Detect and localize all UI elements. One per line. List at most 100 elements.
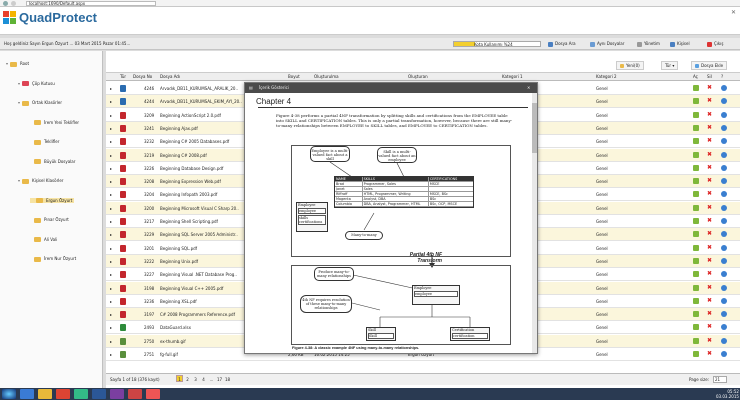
col-owner[interactable]: Oluşturan bbox=[408, 73, 428, 81]
download-icon[interactable] bbox=[693, 138, 699, 145]
download-icon[interactable] bbox=[693, 178, 699, 185]
logout-button[interactable]: Çıkış bbox=[707, 38, 723, 50]
download-icon[interactable] bbox=[693, 111, 699, 118]
excel-icon[interactable] bbox=[74, 389, 88, 399]
download-icon[interactable] bbox=[693, 218, 699, 224]
expand-row-icon[interactable]: ▸ bbox=[110, 335, 112, 348]
expand-row-icon[interactable]: ▸ bbox=[110, 162, 112, 175]
info-icon[interactable] bbox=[721, 244, 727, 251]
tree-item[interactable]: ▾ Çöp Kutusu bbox=[18, 81, 55, 86]
download-icon[interactable] bbox=[693, 337, 699, 344]
col-category2[interactable]: Kategori 2 bbox=[596, 73, 617, 81]
upload-button[interactable]: Dosya Ekle bbox=[691, 61, 728, 70]
tree-item[interactable]: ▾ Root bbox=[6, 61, 29, 67]
search-files-button[interactable]: Dosya Ara bbox=[548, 38, 576, 50]
expand-row-icon[interactable]: ▸ bbox=[110, 202, 112, 215]
expand-row-icon[interactable]: ▸ bbox=[110, 149, 112, 162]
tree-item[interactable]: İrem Nur Özyurt bbox=[30, 256, 76, 262]
info-icon[interactable] bbox=[721, 204, 727, 211]
expand-row-icon[interactable]: ▸ bbox=[110, 109, 112, 122]
page-link[interactable]: 3 bbox=[192, 376, 199, 383]
info-icon[interactable] bbox=[721, 218, 727, 224]
download-icon[interactable] bbox=[693, 231, 699, 238]
expand-row-icon[interactable]: ▸ bbox=[110, 282, 112, 295]
tree-item[interactable]: ▾ Kişisel Klasörler bbox=[18, 178, 63, 184]
download-icon[interactable] bbox=[693, 257, 699, 264]
tree-item[interactable]: Ali Vali bbox=[30, 237, 57, 242]
scroll-thumb[interactable] bbox=[532, 103, 537, 153]
delete-icon[interactable]: ✖ bbox=[707, 284, 713, 291]
download-icon[interactable] bbox=[693, 191, 699, 198]
delete-icon[interactable]: ✖ bbox=[707, 311, 713, 317]
new-folder-button[interactable]: Yeni(0) bbox=[616, 61, 644, 70]
info-icon[interactable] bbox=[721, 337, 727, 344]
tree-item[interactable]: Büyük Dosyalar bbox=[30, 159, 75, 164]
col-name[interactable]: Dosya Adı bbox=[160, 73, 180, 81]
expand-row-icon[interactable]: ▸ bbox=[110, 188, 112, 201]
tree-item[interactable]: Teklifler bbox=[30, 139, 59, 145]
delete-icon[interactable]: ✖ bbox=[707, 257, 713, 264]
expand-row-icon[interactable]: ▸ bbox=[110, 295, 112, 308]
download-icon[interactable] bbox=[693, 284, 699, 291]
back-icon[interactable] bbox=[3, 1, 8, 6]
expand-row-icon[interactable]: ▸ bbox=[110, 348, 112, 361]
expand-row-icon[interactable]: ▸ bbox=[110, 95, 112, 108]
delete-icon[interactable]: ✖ bbox=[707, 244, 713, 251]
expand-row-icon[interactable]: ▸ bbox=[110, 228, 112, 241]
download-icon[interactable] bbox=[693, 204, 699, 211]
col-size[interactable]: Boyut bbox=[288, 73, 300, 81]
expand-row-icon[interactable]: ▸ bbox=[110, 242, 112, 255]
start-icon[interactable] bbox=[2, 389, 16, 399]
delete-icon[interactable]: ✖ bbox=[707, 337, 713, 344]
col-category1[interactable]: Kategori 1 bbox=[502, 73, 523, 81]
info-icon[interactable] bbox=[721, 257, 727, 264]
info-icon[interactable] bbox=[721, 85, 727, 91]
expand-row-icon[interactable]: ▸ bbox=[110, 268, 112, 281]
info-icon[interactable] bbox=[721, 124, 727, 131]
info-icon[interactable] bbox=[721, 351, 727, 357]
delete-icon[interactable]: ✖ bbox=[707, 98, 713, 104]
delete-icon[interactable]: ✖ bbox=[707, 138, 713, 144]
app-icon-2[interactable] bbox=[146, 389, 160, 399]
info-icon[interactable] bbox=[721, 271, 727, 278]
duplicates-button[interactable]: Aynı Dosyalar bbox=[590, 38, 624, 50]
download-icon[interactable] bbox=[693, 271, 699, 278]
expand-row-icon[interactable]: ▸ bbox=[110, 321, 112, 334]
delete-icon[interactable]: ✖ bbox=[707, 324, 713, 330]
info-icon[interactable] bbox=[721, 284, 727, 291]
delete-icon[interactable]: ✖ bbox=[707, 111, 713, 118]
expand-row-icon[interactable]: ▸ bbox=[110, 255, 112, 268]
download-icon[interactable] bbox=[693, 351, 699, 357]
tree-item[interactable]: Pınar Özyurt bbox=[30, 217, 69, 223]
page-link[interactable]: 2 bbox=[184, 376, 191, 383]
visual-studio-icon[interactable] bbox=[110, 389, 124, 399]
type-filter-button[interactable]: Tür ▾ bbox=[661, 61, 679, 70]
col-number[interactable]: Dosya No bbox=[133, 73, 152, 81]
delete-icon[interactable]: ✖ bbox=[707, 271, 713, 277]
expand-row-icon[interactable]: ▸ bbox=[110, 215, 112, 228]
info-icon[interactable] bbox=[721, 324, 727, 331]
download-icon[interactable] bbox=[693, 151, 699, 158]
delete-icon[interactable]: ✖ bbox=[707, 191, 713, 197]
delete-icon[interactable]: ✖ bbox=[707, 151, 713, 158]
page-link[interactable]: 18 bbox=[224, 376, 231, 383]
delete-icon[interactable]: ✖ bbox=[707, 164, 713, 171]
info-icon[interactable] bbox=[721, 138, 727, 145]
delete-icon[interactable]: ✖ bbox=[707, 204, 713, 211]
media-icon[interactable] bbox=[56, 389, 70, 399]
expand-row-icon[interactable]: ▸ bbox=[110, 122, 112, 135]
delete-icon[interactable]: ✖ bbox=[707, 124, 713, 131]
expand-row-icon[interactable]: ▸ bbox=[110, 135, 112, 148]
explorer-icon[interactable] bbox=[38, 389, 52, 399]
download-icon[interactable] bbox=[693, 324, 699, 331]
info-icon[interactable] bbox=[721, 178, 727, 185]
download-icon[interactable] bbox=[693, 85, 699, 91]
viewer-close-icon[interactable]: ✕ bbox=[527, 83, 530, 93]
admin-button[interactable]: Yönetim bbox=[637, 38, 660, 50]
download-icon[interactable] bbox=[693, 244, 699, 251]
viewer-titlebar[interactable]: ▤ İçerik Gösterici ✕ bbox=[245, 83, 537, 93]
forward-icon[interactable] bbox=[11, 1, 16, 6]
page-link[interactable]: 1 bbox=[176, 375, 183, 382]
address-bar[interactable]: localhost:1690/Default.aspx bbox=[26, 1, 156, 6]
info-icon[interactable] bbox=[721, 191, 727, 198]
